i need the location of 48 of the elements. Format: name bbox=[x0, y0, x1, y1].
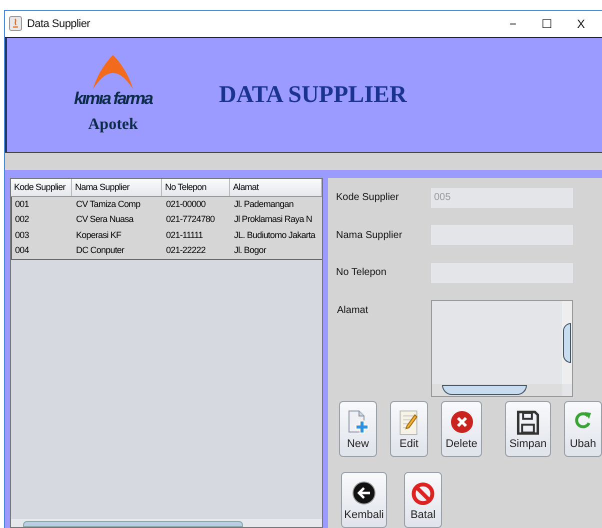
table-cell-text: Jl. Pademangan bbox=[233, 198, 294, 211]
column-header[interactable]: No Telepon bbox=[162, 178, 230, 196]
back-button[interactable]: Kembali bbox=[341, 472, 387, 528]
delete-icon bbox=[450, 410, 474, 434]
new-button[interactable]: New bbox=[339, 401, 377, 457]
column-header[interactable]: Kode Supplier bbox=[11, 178, 72, 196]
logo-arc-icon bbox=[91, 53, 135, 90]
refresh-icon bbox=[574, 410, 592, 430]
notepad-pencil-icon bbox=[398, 410, 420, 436]
table-cell-text: 021-11111 bbox=[165, 228, 204, 242]
window-title: Data Supplier bbox=[27, 16, 90, 32]
table-cell-text: 021-00000 bbox=[165, 198, 206, 210]
page-title: DATA SUPPLIER bbox=[219, 81, 407, 110]
app-icon bbox=[9, 16, 22, 32]
minimize-button[interactable]: − bbox=[496, 14, 530, 33]
cancel-button[interactable]: Batal bbox=[404, 472, 442, 528]
field-label: Alamat bbox=[336, 304, 370, 318]
table-cell-text: 002 bbox=[14, 213, 30, 226]
table-cell-text: 001 bbox=[14, 198, 30, 210]
horizontal-scrollbar[interactable] bbox=[432, 384, 562, 396]
table-cell-text: 003 bbox=[14, 228, 30, 242]
logo-subtext: Apotek bbox=[88, 115, 138, 136]
table-cell-text: JL. Budiutomo Jakarta bbox=[233, 228, 316, 242]
edit-button[interactable]: Edit bbox=[390, 401, 428, 457]
new-document-icon bbox=[347, 410, 369, 434]
column-header[interactable]: Nama Supplier bbox=[72, 178, 162, 196]
table-cell-text: CV Tamiza Comp bbox=[75, 198, 142, 211]
vertical-scrollbar[interactable] bbox=[562, 301, 572, 384]
column-header[interactable]: Alamat bbox=[230, 178, 322, 196]
field-label: No Telepon bbox=[336, 266, 388, 280]
prohibited-icon bbox=[411, 481, 435, 506]
table-cell-text: 004 bbox=[14, 244, 30, 257]
maximize-button[interactable]: ☐ bbox=[530, 14, 564, 33]
table-cell-text: 021-22222 bbox=[165, 244, 206, 257]
table-cell-text: 021-7724780 bbox=[165, 213, 216, 226]
table-cell-text: Koperasi KF bbox=[75, 228, 122, 242]
table-cell-text: DC Conputer bbox=[75, 244, 126, 257]
horizontal-scrollbar[interactable] bbox=[11, 519, 322, 527]
delete-button[interactable]: Delete bbox=[441, 401, 482, 457]
table-cell-text: CV Sera Nuasa bbox=[75, 213, 135, 226]
logo-text: kımıa farma bbox=[74, 89, 152, 110]
table-cell-text: Jl. Bogor bbox=[233, 244, 268, 257]
refresh-button[interactable]: Ubah bbox=[564, 401, 602, 457]
save-button[interactable]: Simpan bbox=[505, 401, 551, 457]
table-cell-text: Jl Proklamasi Raya N bbox=[233, 213, 314, 226]
field-label: Nama Supplier bbox=[336, 228, 404, 242]
close-button[interactable]: X bbox=[564, 14, 598, 33]
field-label: Kode Supplier bbox=[336, 191, 400, 205]
